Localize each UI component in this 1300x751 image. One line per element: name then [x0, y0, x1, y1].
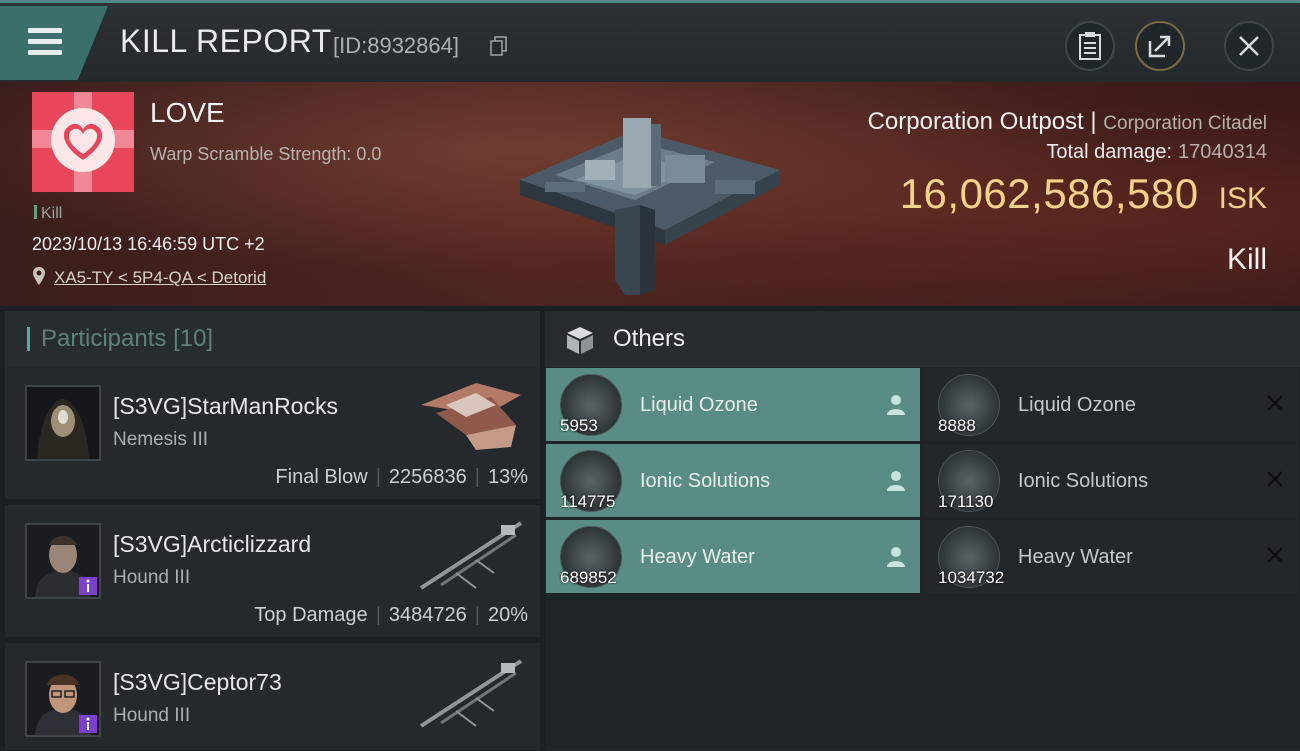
participant-name[interactable]: [S3VG]Arcticlizzard [113, 531, 311, 558]
participants-label: Participants [41, 325, 167, 352]
participant-name[interactable]: [S3VG]StarManRocks [113, 393, 338, 420]
close-icon [1267, 471, 1283, 487]
item-ionic-solutions-dropped[interactable]: Ionic Solutions 114775 [546, 444, 920, 517]
participant-percent: 13% [487, 466, 528, 488]
ship-class-label: Corporation Citadel [1103, 113, 1267, 134]
corp-badge-icon [79, 715, 97, 733]
share-button[interactable] [1135, 21, 1185, 71]
warp-scramble-strength: Warp Scramble Strength: 0.0 [150, 144, 382, 164]
item-name: Liquid Ozone [640, 394, 758, 416]
item-quantity: 114775 [560, 492, 616, 511]
avatar[interactable] [25, 661, 101, 737]
location-pin-icon [33, 267, 45, 285]
participant-ship: Hound III [113, 705, 191, 726]
share-icon [1148, 35, 1171, 58]
stats-separator: | [474, 604, 480, 626]
total-damage-value: 17040314 [1178, 141, 1267, 163]
item-name: Ionic Solutions [1018, 470, 1149, 492]
participant-role: Top Damage [254, 604, 368, 626]
avatar[interactable] [25, 385, 101, 461]
copy-icon[interactable] [490, 36, 508, 56]
item-name: Liquid Ozone [1018, 394, 1136, 416]
clipboard-button[interactable] [1065, 21, 1115, 71]
item-quantity: 1034732 [938, 568, 1005, 587]
ship-image[interactable] [416, 651, 526, 731]
victim-ship-type: Corporation Outpost | Corporation Citade… [868, 108, 1267, 136]
pilot-portrait [27, 387, 99, 459]
item-liquid-ozone-destroyed[interactable]: Liquid Ozone 8888 [924, 368, 1298, 441]
hamburger-icon-line [28, 39, 62, 44]
participant-stats: Final Blow | 2256836 | 13% [275, 466, 528, 489]
hamburger-icon-line [28, 50, 62, 55]
heart-icon [32, 92, 134, 192]
participants-title: Participants [10] [27, 325, 213, 353]
avatar[interactable] [25, 523, 101, 599]
corporation-logo[interactable] [32, 92, 134, 192]
top-bar: KILL REPORT [ID:8932864] [0, 0, 1300, 82]
item-name: Heavy Water [640, 546, 755, 568]
kill-tag-label: Kill [41, 205, 63, 222]
participant-name[interactable]: [S3VG]Ceptor73 [113, 669, 282, 696]
kill-tag: Kill [34, 205, 62, 223]
kill-tag-marker [34, 205, 37, 219]
close-icon [1239, 36, 1259, 56]
close-icon [1267, 547, 1283, 563]
item-heavy-water-dropped[interactable]: Heavy Water 689852 [546, 520, 920, 593]
isk-unit: ISK [1218, 182, 1267, 215]
stats-separator: | [375, 466, 381, 488]
person-icon [887, 471, 905, 491]
participant-damage: 2256836 [388, 466, 467, 488]
hamburger-icon [28, 28, 62, 33]
participant-row[interactable]: [S3VG]Ceptor73 Hound III [5, 643, 540, 751]
kill-location-link[interactable]: XA5-TY < 5P4-QA < Detorid [54, 268, 266, 288]
others-title: Others [613, 325, 686, 352]
item-heavy-water-destroyed[interactable]: Heavy Water 1034732 [924, 520, 1298, 593]
close-button[interactable] [1224, 21, 1274, 71]
item-ionic-solutions-destroyed[interactable]: Ionic Solutions 171130 [924, 444, 1298, 517]
kill-result-label: Kill [1226, 243, 1267, 276]
corp-badge-icon [79, 577, 97, 595]
citadel-image[interactable] [515, 100, 785, 300]
participant-role: Final Blow [275, 466, 368, 488]
cargo-box-icon [567, 327, 593, 354]
participant-percent: 20% [487, 604, 528, 626]
ship-image[interactable] [416, 513, 526, 593]
close-icon [1267, 395, 1283, 411]
ship-type-label: Corporation Outpost [867, 108, 1084, 135]
stats-separator: | [474, 466, 480, 488]
item-name: Heavy Water [1018, 546, 1133, 568]
victim-name: LOVE [150, 97, 225, 128]
item-quantity: 171130 [938, 492, 994, 511]
participants-count: [10] [173, 325, 214, 352]
ship-type-separator: | [1090, 108, 1104, 135]
item-quantity: 689852 [560, 568, 617, 587]
participants-header: Participants [10] [5, 311, 540, 367]
kill-datetime: 2023/10/13 16:46:59 UTC +2 [32, 234, 265, 254]
person-icon [887, 547, 905, 567]
item-name: Ionic Solutions [640, 470, 771, 492]
report-id: [ID:8932864] [333, 33, 459, 58]
item-quantity: 5953 [560, 416, 598, 435]
participant-row[interactable]: [S3VG]StarManRocks Nemesis III Final Blo… [5, 367, 540, 500]
total-damage-label: Total damage: [1046, 141, 1173, 163]
stats-separator: | [375, 604, 381, 626]
isk-value: 16,062,586,580 ISK [900, 170, 1267, 218]
menu-button[interactable] [0, 6, 108, 80]
participant-row[interactable]: [S3VG]Arcticlizzard Hound III Top Damage… [5, 505, 540, 638]
participant-ship: Hound III [113, 567, 191, 588]
participant-ship: Nemesis III [113, 429, 209, 450]
ship-image[interactable] [416, 375, 526, 455]
clipboard-icon [1079, 32, 1101, 60]
participant-damage: 3484726 [388, 604, 467, 626]
item-liquid-ozone-dropped[interactable]: Liquid Ozone 5953 [546, 368, 920, 441]
total-damage: Total damage: 17040314 [1046, 141, 1267, 164]
item-quantity: 8888 [938, 416, 976, 435]
isk-amount: 16,062,586,580 [899, 170, 1199, 217]
participant-stats: Top Damage | 3484726 | 20% [254, 604, 528, 627]
others-header: Others [545, 311, 1300, 367]
page-title: KILL REPORT [120, 23, 332, 59]
person-icon [887, 395, 905, 415]
